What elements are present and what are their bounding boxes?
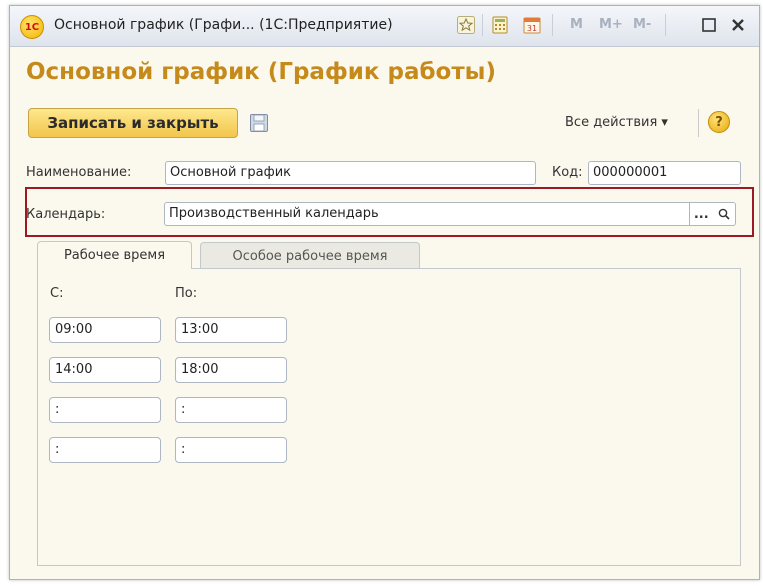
time-to-1[interactable]: 13:00 <box>175 317 287 343</box>
tab-working-time[interactable]: Рабочее время <box>37 241 192 269</box>
working-time-panel: С: По: 09:00 13:00 14:00 18:00 : : : : <box>37 268 741 566</box>
calendar-icon[interactable]: 31 <box>522 15 542 35</box>
calendar-field[interactable]: Производственный календарь <box>164 202 736 226</box>
close-button[interactable] <box>727 14 749 36</box>
to-label: По: <box>175 286 198 301</box>
code-label: Код: <box>552 165 583 180</box>
all-actions-menu[interactable]: Все действия ▾ <box>565 115 668 130</box>
name-field[interactable]: Основной график <box>165 161 536 185</box>
from-label: С: <box>50 286 64 301</box>
help-button[interactable]: ? <box>708 111 730 133</box>
name-label: Наименование: <box>26 165 132 180</box>
calendar-label: Календарь: <box>26 207 106 222</box>
maximize-button[interactable] <box>698 14 720 36</box>
window-title: Основной график (Графи... (1С:Предприяти… <box>54 17 393 33</box>
time-to-4[interactable]: : <box>175 437 287 463</box>
calendar-select-button[interactable]: ... <box>690 202 713 226</box>
memory-m-button[interactable]: M <box>570 17 583 32</box>
time-from-1[interactable]: 09:00 <box>49 317 161 343</box>
favorite-star-icon[interactable] <box>456 15 476 35</box>
title-bar: 1С Основной график (Графи... (1С:Предпри… <box>10 6 759 47</box>
tab-special-working-time[interactable]: Особое рабочее время <box>200 242 420 269</box>
memory-minus-button[interactable]: M- <box>633 17 651 32</box>
time-to-3[interactable]: : <box>175 397 287 423</box>
time-from-4[interactable]: : <box>49 437 161 463</box>
form-heading: Основной график (График работы) <box>26 59 496 85</box>
time-to-2[interactable]: 18:00 <box>175 357 287 383</box>
calculator-icon[interactable] <box>490 15 510 35</box>
memory-plus-button[interactable]: M+ <box>599 17 623 32</box>
svg-text:31: 31 <box>527 24 537 33</box>
save-disk-icon[interactable] <box>249 113 269 133</box>
save-and-close-button[interactable]: Записать и закрыть <box>28 108 238 138</box>
calendar-field-buttons: ... <box>689 202 735 226</box>
app-logo-icon[interactable]: 1С <box>20 15 44 39</box>
time-from-2[interactable]: 14:00 <box>49 357 161 383</box>
form-window: 1С Основной график (Графи... (1С:Предпри… <box>9 5 760 580</box>
search-icon[interactable] <box>713 202 736 226</box>
time-from-3[interactable]: : <box>49 397 161 423</box>
code-field[interactable]: 000000001 <box>588 161 741 185</box>
